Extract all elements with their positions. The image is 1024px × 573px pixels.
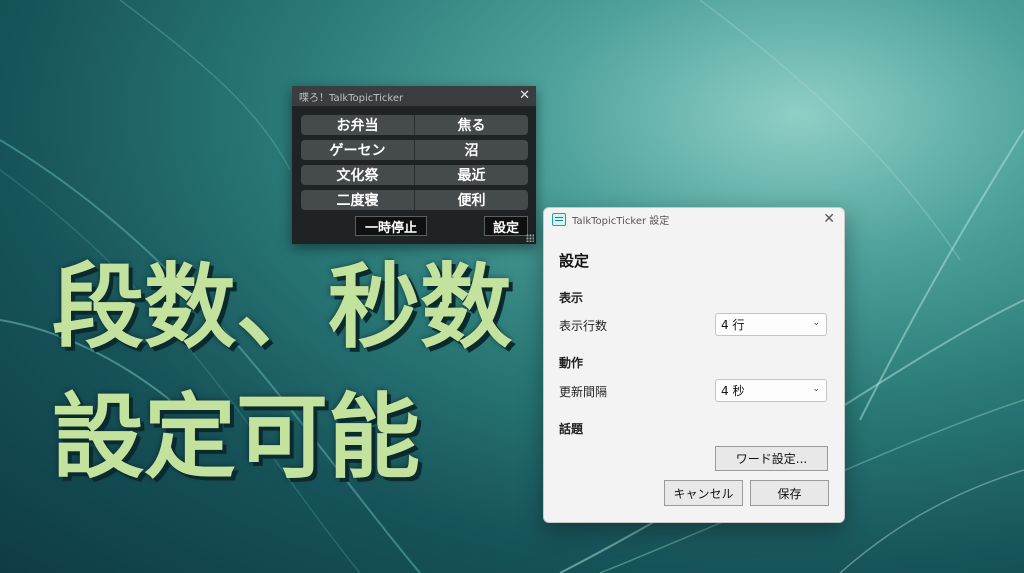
ticker-row: ゲーセン 沼 — [301, 140, 528, 160]
dialog-titlebar[interactable]: TalkTopicTicker 設定 ✕ — [544, 208, 844, 230]
topic-cell[interactable]: 焦る — [414, 115, 528, 135]
ticker-row: 二度寝 便利 — [301, 190, 528, 210]
rows-label: 表示行数 — [559, 319, 608, 333]
close-icon[interactable]: ✕ — [519, 88, 530, 103]
ticker-title: 喋ろ！TalkTopicTicker — [299, 92, 404, 104]
ticker-topic-grid: お弁当 焦る ゲーセン 沼 文化祭 最近 二度寝 便利 — [292, 106, 536, 210]
section-display-heading: 表示 — [559, 291, 584, 305]
caption-line-2: 設定可能 — [52, 384, 421, 491]
resize-grip-icon[interactable] — [526, 234, 534, 242]
page-title: 設定 — [559, 252, 590, 270]
rows-select-value: 4 行 — [721, 318, 745, 332]
section-behavior-heading: 動作 — [559, 356, 584, 370]
interval-label: 更新間隔 — [559, 385, 608, 399]
ticker-window: 喋ろ！TalkTopicTicker ✕ お弁当 焦る ゲーセン 沼 文化祭 最… — [292, 86, 536, 244]
cancel-button[interactable]: キャンセル — [664, 480, 743, 506]
ticker-button-bar: 一時停止 設定 — [292, 215, 536, 237]
caption-line-1: 段数、秒数 — [52, 254, 513, 361]
ticker-titlebar[interactable]: 喋ろ！TalkTopicTicker ✕ — [292, 86, 536, 106]
interval-select-value: 4 秒 — [721, 384, 745, 398]
save-button[interactable]: 保存 — [750, 480, 829, 506]
chevron-down-icon: ⌄ — [812, 384, 820, 394]
chevron-down-icon: ⌄ — [812, 318, 820, 328]
topic-cell[interactable]: 二度寝 — [301, 190, 414, 210]
ticker-app-icon — [552, 212, 566, 226]
interval-select[interactable]: 4 秒 ⌄ — [715, 379, 827, 402]
ticker-row: お弁当 焦る — [301, 115, 528, 135]
pause-button[interactable]: 一時停止 — [355, 216, 427, 236]
topic-cell[interactable]: お弁当 — [301, 115, 414, 135]
settings-dialog: TalkTopicTicker 設定 ✕ 設定 表示 表示行数 4 行 ⌄ 動作… — [543, 207, 845, 523]
topic-cell[interactable]: 便利 — [414, 190, 528, 210]
topic-cell[interactable]: 文化祭 — [301, 165, 414, 185]
word-settings-button[interactable]: ワード設定... — [715, 446, 828, 471]
ticker-row: 文化祭 最近 — [301, 165, 528, 185]
topic-cell[interactable]: 沼 — [414, 140, 528, 160]
section-topic-heading: 話題 — [559, 422, 584, 436]
topic-cell[interactable]: 最近 — [414, 165, 528, 185]
topic-cell[interactable]: ゲーセン — [301, 140, 414, 160]
rows-select[interactable]: 4 行 ⌄ — [715, 313, 827, 336]
close-icon[interactable]: ✕ — [823, 211, 835, 227]
settings-button[interactable]: 設定 — [484, 216, 528, 236]
dialog-title: TalkTopicTicker 設定 — [572, 215, 670, 227]
